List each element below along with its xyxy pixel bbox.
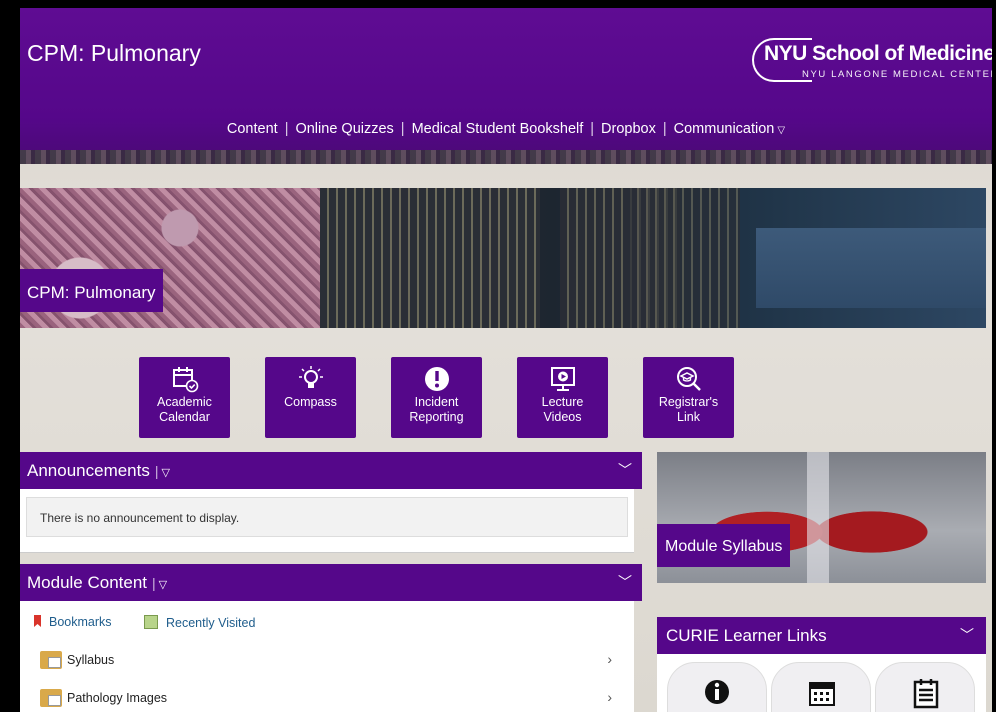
nyu-logo[interactable]: NYU School of Medicine NYU LANGONE MEDIC… [752,36,992,92]
incident-reporting-label-1: Incident [414,395,459,409]
compass-label: Compass [284,395,337,409]
collapse-chevron-icon[interactable]: ﹀ [618,460,632,480]
collapse-chevron-icon[interactable]: ﹀ [960,625,974,645]
info-icon [705,680,729,704]
recently-visited-link[interactable]: Recently Visited [144,615,255,630]
nav-dropbox[interactable]: Dropbox [601,121,656,137]
lecture-videos-label-2: Videos [543,410,582,424]
lightbulb-icon [298,366,323,388]
announcements-header[interactable]: Announcements | ▽ ﹀ [20,452,642,489]
content-item-pathology-images[interactable]: Pathology Images › [20,685,634,712]
video-play-icon [550,367,575,391]
dropdown-triangle-icon: ▽ [777,125,786,136]
folder-icon [40,689,62,707]
chevron-right-icon: › [607,689,612,705]
module-content-title: Module Content [27,573,148,592]
page: CPM: Pulmonary NYU School of Medicine NY… [20,8,992,712]
checklist-icon [913,679,939,709]
banner-caption: CPM: Pulmonary [20,269,164,312]
registrars-label-1: Registrar's [658,395,719,409]
nav-online-quizzes[interactable]: Online Quizzes [295,121,393,137]
bookmark-icon [34,615,41,627]
lecture-videos-button[interactable]: Lecture Videos [517,357,608,438]
incident-reporting-button[interactable]: Incident Reporting [391,357,482,438]
content-item-label: Syllabus [67,653,115,667]
curie-checklist-tile[interactable] [875,662,975,712]
announcements-menu-icon[interactable]: ▽ [162,467,170,479]
course-banner-image [20,188,986,328]
announcements-empty-message: There is no announcement to display. [26,497,628,537]
module-content-menu-icon[interactable]: ▽ [159,579,167,591]
module-content-header[interactable]: Module Content | ▽ ﹀ [20,564,642,601]
lecture-videos-label-1: Lecture [541,395,584,409]
nav-communication[interactable]: Communication ▽ [674,121,785,137]
module-content-body: Bookmarks Recently Visited Syllabus › Pa… [20,601,634,712]
curie-title: CURIE Learner Links [666,626,827,645]
curie-learner-links-body [657,654,986,712]
top-navigation: Content | Online Quizzes | Medical Student B… [226,121,786,137]
bookmarks-link[interactable]: Bookmarks [34,615,112,629]
site-title[interactable]: CPM: Pulmonary [27,40,201,67]
announcements-title: Announcements [27,461,150,480]
nav-content[interactable]: Content [227,121,278,137]
curie-learner-links-header[interactable]: CURIE Learner Links ﹀ [657,617,986,654]
logo-main-text: NYU School of Medicine [764,42,992,65]
header-grass-decoration [20,150,992,164]
curie-info-tile[interactable] [667,662,767,712]
compass-button[interactable]: Compass [265,357,356,438]
academic-calendar-button[interactable]: Academic Calendar [139,357,230,438]
collapse-chevron-icon[interactable]: ﹀ [618,572,632,592]
graduation-search-icon [676,367,701,391]
calendar-check-icon [172,367,198,393]
folder-icon [40,651,62,669]
site-header: CPM: Pulmonary NYU School of Medicine NY… [20,8,992,164]
module-syllabus-caption[interactable]: Module Syllabus [657,524,791,567]
content-item-syllabus[interactable]: Syllabus › [20,647,634,679]
academic-calendar-label-1: Academic [157,395,212,409]
registrars-link-button[interactable]: Registrar's Link [643,357,734,438]
announcements-body: There is no announcement to display. [20,489,634,553]
incident-reporting-label-2: Reporting [409,410,464,424]
nav-medical-student-bookshelf[interactable]: Medical Student Bookshelf [412,121,584,137]
academic-calendar-label-2: Calendar [159,410,210,424]
alert-icon [424,367,449,391]
logo-sub-text: NYU LANGONE MEDICAL CENTER [802,69,992,80]
calendar-icon [809,682,835,706]
registrars-label-2: Link [677,410,700,424]
recently-visited-icon [144,615,158,629]
content-item-label: Pathology Images [67,691,168,705]
curie-calendar-tile[interactable] [771,662,871,712]
chevron-right-icon: › [607,651,612,667]
